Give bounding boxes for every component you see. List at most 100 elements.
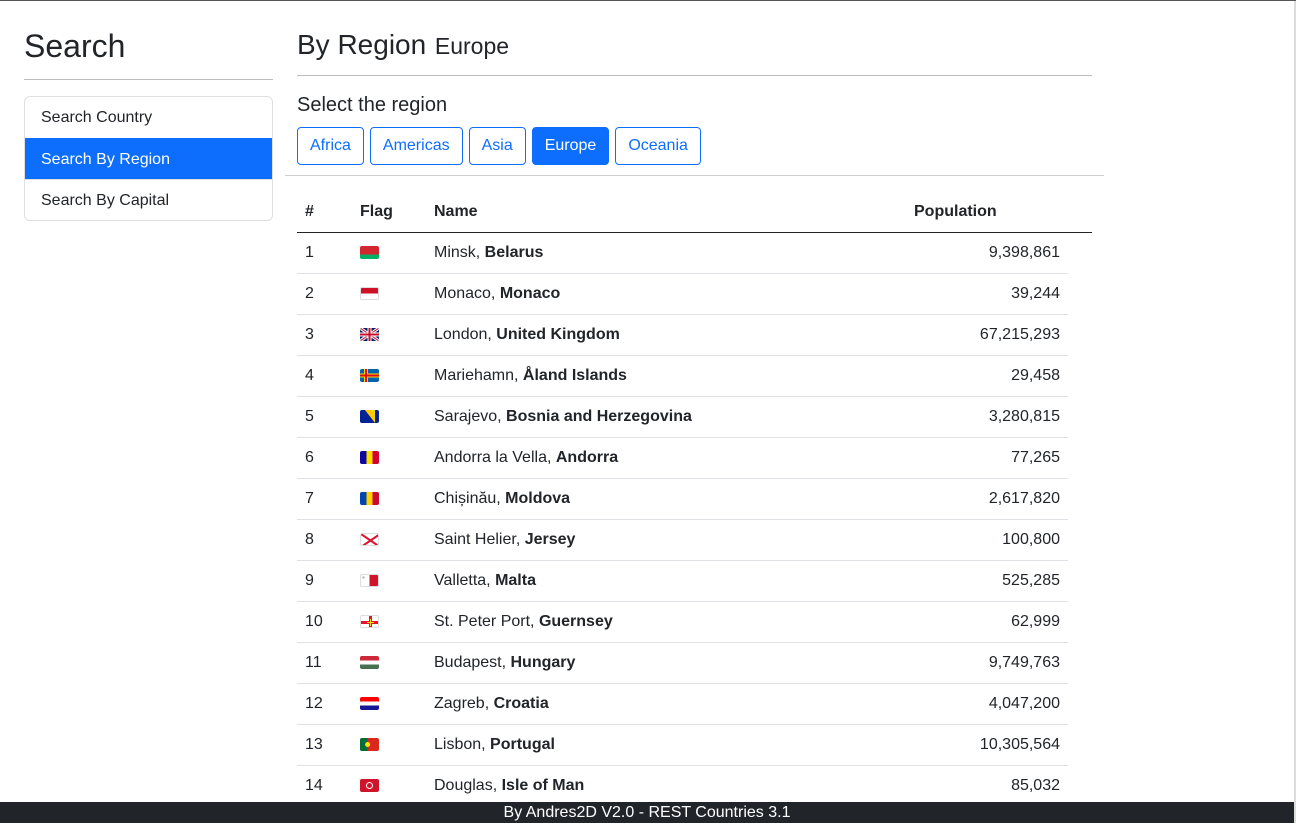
row-spacer bbox=[1068, 765, 1092, 806]
row-name: Andorra la Vella, Andorra bbox=[426, 437, 906, 479]
sidebar-divider bbox=[24, 79, 273, 80]
row-spacer bbox=[1068, 478, 1092, 519]
row-population: 2,617,820 bbox=[906, 478, 1068, 520]
row-flag bbox=[352, 765, 426, 807]
table-row: 7 Chișinău, Moldova 2,617,820 bbox=[297, 478, 1092, 520]
row-name: London, United Kingdom bbox=[426, 314, 906, 356]
row-num: 2 bbox=[297, 273, 352, 315]
sidebar-item-search-country[interactable]: Search Country bbox=[25, 97, 272, 138]
sidebar-item-search-by-region[interactable]: Search By Region bbox=[25, 138, 272, 179]
row-country: Portugal bbox=[490, 735, 555, 753]
row-country: Belarus bbox=[484, 243, 544, 261]
row-capital: Douglas, bbox=[434, 776, 502, 794]
row-name: Monaco, Monaco bbox=[426, 273, 906, 315]
row-name: Budapest, Hungary bbox=[426, 642, 906, 684]
table-row: 1 Minsk, Belarus 9,398,861 bbox=[297, 232, 1092, 274]
header-flag: Flag bbox=[352, 192, 426, 233]
row-flag bbox=[352, 478, 426, 520]
table-row: 14 Douglas, Isle of Man 85,032 bbox=[297, 765, 1092, 807]
row-country: Monaco bbox=[499, 284, 561, 302]
table-header-row: # Flag Name Population bbox=[297, 192, 1092, 233]
row-country: United Kingdom bbox=[496, 325, 620, 343]
region-button-americas[interactable]: Americas bbox=[369, 127, 463, 165]
table-row: 5 Sarajevo, Bosnia and Herzegovina 3,280,8… bbox=[297, 396, 1092, 438]
region-button-africa[interactable]: Africa bbox=[297, 127, 364, 165]
row-population: 67,215,293 bbox=[906, 314, 1068, 356]
row-name: Sarajevo, Bosnia and Herzegovina bbox=[426, 396, 906, 438]
sidebar-item-search-by-capital[interactable]: Search By Capital bbox=[25, 179, 272, 220]
row-spacer bbox=[1068, 232, 1092, 273]
row-capital: Zagreb, bbox=[434, 694, 494, 712]
header-spacer bbox=[1068, 192, 1092, 233]
row-country: Jersey bbox=[524, 530, 576, 548]
row-spacer bbox=[1068, 437, 1092, 478]
row-country: Åland Islands bbox=[522, 366, 627, 384]
row-population: 29,458 bbox=[906, 355, 1068, 397]
row-num: 9 bbox=[297, 560, 352, 602]
jersey-flag-icon bbox=[360, 532, 379, 546]
row-num: 4 bbox=[297, 355, 352, 397]
hungary-flag-icon bbox=[360, 655, 379, 669]
row-population: 85,032 bbox=[906, 765, 1068, 807]
row-flag bbox=[352, 642, 426, 684]
region-button-europe[interactable]: Europe bbox=[531, 127, 610, 165]
table-row: 13 Lisbon, Portugal 10,305,564 bbox=[297, 724, 1092, 766]
row-spacer bbox=[1068, 355, 1092, 396]
region-button-oceania[interactable]: Oceania bbox=[615, 127, 701, 165]
table-row: 4 Mariehamn, Åland Islands 29,458 bbox=[297, 355, 1092, 397]
sidebar: Search Search Country Search By Region S… bbox=[24, 1, 273, 221]
page-title-lead: By Region bbox=[297, 29, 427, 60]
row-population: 39,244 bbox=[906, 273, 1068, 315]
header-population: Population bbox=[906, 192, 1068, 233]
row-country: Croatia bbox=[493, 694, 549, 712]
row-flag bbox=[352, 560, 426, 602]
row-num: 7 bbox=[297, 478, 352, 520]
row-num: 5 bbox=[297, 396, 352, 438]
row-num: 1 bbox=[297, 232, 352, 274]
row-name: Mariehamn, Åland Islands bbox=[426, 355, 906, 397]
row-name: Zagreb, Croatia bbox=[426, 683, 906, 725]
row-flag bbox=[352, 396, 426, 438]
table-row: 2 Monaco, Monaco 39,244 bbox=[297, 273, 1092, 315]
row-capital: London, bbox=[434, 325, 497, 343]
row-name: Saint Helier, Jersey bbox=[426, 519, 906, 561]
row-country: Malta bbox=[495, 571, 536, 589]
row-capital: Saint Helier, bbox=[434, 530, 525, 548]
row-capital: Monaco, bbox=[434, 284, 500, 302]
row-capital: Sarajevo, bbox=[434, 407, 507, 425]
header-name: Name bbox=[426, 192, 906, 233]
title-divider bbox=[297, 75, 1092, 76]
row-country: Hungary bbox=[510, 653, 576, 671]
malta-flag-icon bbox=[360, 573, 379, 587]
row-spacer bbox=[1068, 314, 1092, 355]
portugal-flag-icon bbox=[360, 737, 379, 751]
row-spacer bbox=[1068, 683, 1092, 724]
row-name: Chișinău, Moldova bbox=[426, 478, 906, 520]
row-num: 10 bbox=[297, 601, 352, 643]
main-content: By Region Europe Select the region Afric… bbox=[297, 1, 1092, 165]
row-flag bbox=[352, 273, 426, 315]
row-name: Minsk, Belarus bbox=[426, 232, 906, 274]
moldova-flag-icon bbox=[360, 491, 379, 505]
row-spacer bbox=[1068, 642, 1092, 683]
row-flag bbox=[352, 601, 426, 643]
row-capital: Chișinău, bbox=[434, 489, 506, 507]
row-flag bbox=[352, 314, 426, 356]
row-spacer bbox=[1068, 273, 1092, 314]
table-row: 6 Andorra la Vella, Andorra 77,265 bbox=[297, 437, 1092, 479]
region-button-asia[interactable]: Asia bbox=[468, 127, 526, 165]
row-spacer bbox=[1068, 519, 1092, 560]
row-population: 3,280,815 bbox=[906, 396, 1068, 438]
page-title-region: Europe bbox=[434, 33, 510, 59]
row-num: 14 bbox=[297, 765, 352, 807]
row-flag bbox=[352, 437, 426, 479]
row-spacer bbox=[1068, 724, 1092, 765]
isle-of-man-flag-icon bbox=[360, 778, 379, 792]
row-num: 6 bbox=[297, 437, 352, 479]
row-capital: St. Peter Port, bbox=[434, 612, 539, 630]
row-country: Bosnia and Herzegovina bbox=[506, 407, 692, 425]
table-row: 11 Budapest, Hungary 9,749,763 bbox=[297, 642, 1092, 684]
row-capital: Mariehamn, bbox=[434, 366, 523, 384]
region-button-group: Africa Americas Asia Europe Oceania bbox=[297, 127, 1092, 165]
row-capital: Andorra la Vella, bbox=[434, 448, 556, 466]
